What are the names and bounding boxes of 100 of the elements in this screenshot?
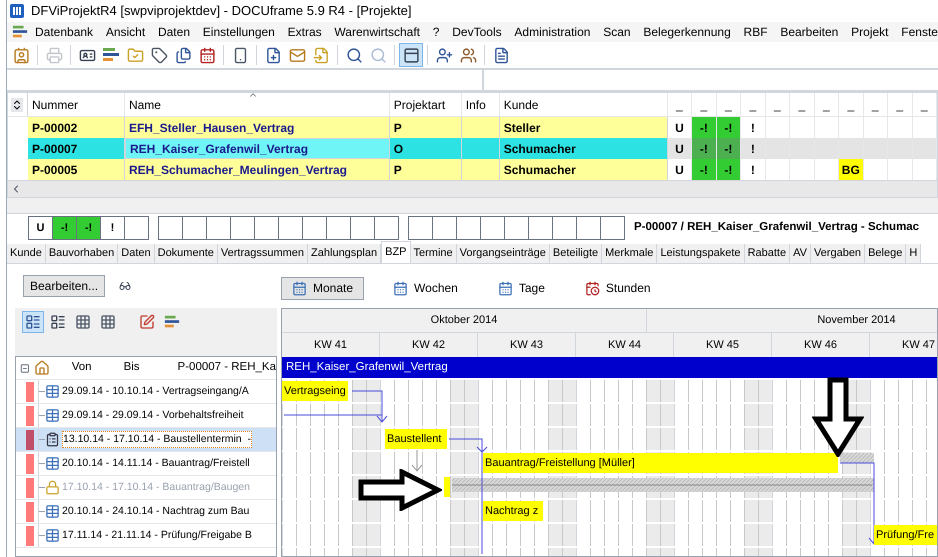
status-flag: -!: [52, 216, 77, 240]
column-header[interactable]: _: [716, 93, 742, 116]
table-cell: Schumacher: [500, 159, 668, 180]
menu-item[interactable]: RBF: [744, 23, 768, 41]
column-header[interactable]: _: [839, 93, 864, 116]
tree-row[interactable]: 13.10.14 - 17.10.14 - Baustellentermin -: [16, 428, 276, 452]
column-header[interactable]: _: [741, 93, 766, 116]
tab[interactable]: Bauvorhaben: [46, 244, 118, 263]
task-bar[interactable]: Bauantrag/Freistellung [Müller]: [483, 453, 838, 473]
tree-row[interactable]: 17.11.14 - 21.11.14 - Prüfung/Freigabe B: [16, 524, 276, 548]
task-label[interactable]: 17.11.14 - 21.11.14 - Prüfung/Freigabe B: [62, 528, 252, 544]
tree-row[interactable]: 29.09.14 - 29.09.14 - Vorbehaltsfreiheit: [16, 404, 276, 428]
tab[interactable]: Termine: [410, 244, 457, 263]
task-bar[interactable]: Prüfung/Fre: [874, 525, 937, 545]
table-icon: [45, 384, 60, 399]
table-cell: O: [390, 138, 462, 159]
menu-item[interactable]: ?: [432, 23, 440, 41]
column-header: P-00007 - REH_Ka: [178, 360, 276, 376]
menu-item[interactable]: Administration: [514, 23, 590, 41]
status-marker: [26, 478, 34, 498]
table-row[interactable]: P-00007 REH_Kaiser_Grafenwil_Vertrag O Schumacher U -! -! !: [8, 138, 937, 159]
menu-item[interactable]: Fenste: [901, 23, 938, 41]
task-label[interactable]: 29.09.14 - 10.10.14 - Vertragseingang/A: [62, 384, 249, 400]
status-marker: [26, 454, 34, 474]
column-header[interactable]: _: [766, 93, 790, 116]
task-bar[interactable]: Vertragseing: [282, 381, 348, 401]
menu-item[interactable]: Einstellungen: [202, 23, 275, 41]
sort-toggle-button[interactable]: [8, 93, 28, 116]
new-document-icon: [264, 46, 282, 64]
tab[interactable]: Zahlungsplan: [308, 244, 382, 263]
address-field[interactable]: [7, 68, 938, 92]
column-header[interactable]: Info: [462, 93, 500, 116]
tab[interactable]: Leistungspakete: [657, 244, 745, 263]
tab[interactable]: Vertragssummen: [218, 244, 308, 263]
tab[interactable]: Vorgangseinträge: [456, 244, 550, 263]
document-icon: [492, 46, 510, 64]
menu-item[interactable]: Bearbeiten: [780, 23, 838, 41]
table-cell: P: [390, 159, 462, 180]
view-button[interactable]: Wochen: [382, 276, 469, 300]
tree-row[interactable]: 20.10.14 - 24.10.14 - Nachtrag zum Bau: [16, 500, 276, 524]
table-cell: [912, 159, 937, 180]
table-icon: [75, 314, 91, 330]
tree-row[interactable]: 29.09.14 - 10.10.14 - Vertragseingang/A: [16, 380, 276, 404]
column-header[interactable]: _: [668, 93, 692, 116]
column-header[interactable]: _: [692, 93, 717, 116]
table-cell: Schumacher: [500, 138, 668, 159]
tab[interactable]: H: [906, 244, 922, 263]
task-label[interactable]: 20.10.14 - 14.11.14 - Bauantrag/Freistell: [62, 456, 250, 472]
contact-card-icon: [12, 46, 30, 64]
tab[interactable]: Rabatte: [744, 244, 790, 263]
task-label[interactable]: 20.10.14 - 24.10.14 - Nachtrag zum Bau: [62, 504, 250, 520]
column-header[interactable]: _: [790, 93, 815, 116]
toolbar-button[interactable]: [399, 43, 423, 67]
task-bar[interactable]: Nachtrag z: [483, 501, 543, 521]
tab[interactable]: Dokumente: [154, 244, 218, 263]
tab[interactable]: BZP: [381, 241, 411, 263]
menu-item[interactable]: Warenwirtschaft: [334, 23, 420, 41]
table-cell: P-00007: [28, 138, 125, 159]
tool-button[interactable]: [22, 311, 44, 333]
week-header: KW 42: [380, 333, 478, 357]
task-label[interactable]: 13.10.14 - 17.10.14 - Baustellentermin -: [62, 430, 252, 448]
column-header[interactable]: Name: [124, 93, 390, 116]
menu-item[interactable]: Projekt: [851, 23, 888, 41]
view-button[interactable]: Stunden: [574, 276, 662, 300]
tab[interactable]: Vergaben: [810, 244, 866, 263]
status-flag: -!: [692, 138, 717, 159]
tab[interactable]: AV: [790, 244, 811, 263]
tab[interactable]: Daten: [118, 244, 155, 263]
tab[interactable]: Belege: [865, 244, 906, 263]
column-header: Von: [72, 360, 92, 376]
menu-item[interactable]: DevTools: [452, 23, 502, 41]
menu-item[interactable]: Daten: [158, 23, 190, 41]
column-header[interactable]: _: [864, 93, 888, 116]
status-flag: -!: [716, 138, 742, 159]
status-marker: [26, 406, 34, 426]
tab[interactable]: Beteiligte: [550, 244, 602, 263]
collapse-icon[interactable]: [20, 362, 30, 374]
column-header[interactable]: Projektart: [390, 93, 462, 116]
view-button[interactable]: Monate: [281, 276, 364, 300]
users-icon: [460, 46, 476, 64]
project-bar[interactable]: REH_Kaiser_Grafenwil_Vertrag: [282, 357, 937, 379]
column-header[interactable]: Kunde: [500, 93, 668, 116]
tab[interactable]: Merkmale: [602, 244, 658, 263]
edit-button[interactable]: Bearbeiten...: [23, 275, 106, 297]
task-label[interactable]: 29.09.14 - 29.09.14 - Vorbehaltsfreiheit: [62, 408, 244, 424]
column-header[interactable]: _: [912, 93, 937, 116]
column-header[interactable]: _: [814, 93, 840, 116]
column-header[interactable]: Nummer: [28, 93, 125, 116]
menu-item[interactable]: Extras: [288, 23, 322, 41]
menu-item[interactable]: Scan: [603, 23, 631, 41]
form-icon: [50, 314, 66, 330]
task-bar[interactable]: Baustellent: [385, 429, 447, 449]
menu-item[interactable]: Belegerkennung: [643, 23, 731, 41]
horizontal-scrollbar[interactable]: [8, 180, 937, 197]
tree-row[interactable]: 20.10.14 - 14.11.14 - Bauantrag/Freistell: [16, 452, 276, 476]
menu-item[interactable]: Datenbank: [35, 23, 94, 41]
tab[interactable]: Kunde: [7, 244, 46, 263]
menu-item[interactable]: Ansicht: [106, 23, 146, 41]
view-button[interactable]: Tage: [486, 276, 556, 300]
column-header[interactable]: _: [888, 93, 912, 116]
